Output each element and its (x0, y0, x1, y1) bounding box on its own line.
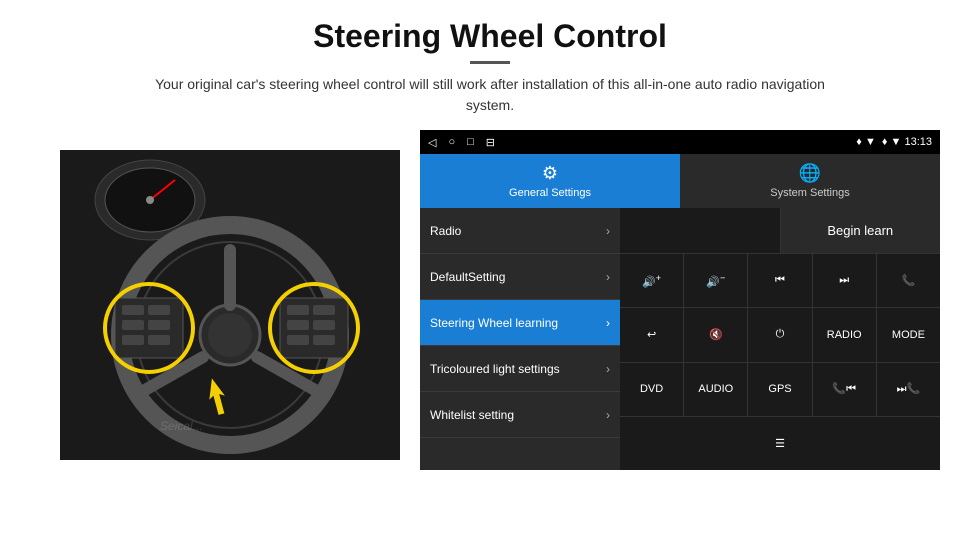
chevron-icon: › (606, 362, 610, 376)
recents-icon[interactable]: □ (467, 136, 474, 149)
menu-item-whitelist[interactable]: Whitelist setting › (420, 392, 620, 438)
dvd-label: DVD (640, 383, 663, 395)
chevron-icon: › (606, 408, 610, 422)
home-icon[interactable]: ○ (448, 136, 455, 149)
back-icon[interactable]: ◁ (428, 136, 436, 149)
phone-icon: 📞 (902, 274, 916, 287)
controls-row-4: ☰ (620, 417, 940, 470)
hangup-icon: ↩ (647, 328, 656, 341)
right-top-empty (620, 208, 781, 253)
tab-general-label: General Settings (509, 187, 591, 199)
audio-button[interactable]: AUDIO (684, 363, 748, 416)
vol-down-icon: 🔊− (706, 273, 725, 289)
chevron-icon: › (606, 316, 610, 330)
menu-item-steering[interactable]: Steering Wheel learning › (420, 300, 620, 346)
mute-button[interactable]: 🔇 (684, 308, 748, 361)
screen-icon[interactable]: ⊟ (486, 136, 495, 149)
list-button[interactable]: ☰ (620, 417, 940, 470)
menu-radio-label: Radio (430, 224, 606, 238)
svg-text:Seical...: Seical... (160, 419, 203, 433)
list-icon: ☰ (775, 437, 785, 450)
top-tabs: ⚙ General Settings 🌐 System Settings (420, 154, 940, 208)
menu-default-label: DefaultSetting (430, 270, 606, 284)
menu-item-radio[interactable]: Radio › (420, 208, 620, 254)
controls-grid: 🔊+ 🔊− ⏮ ⏭ 📞 (620, 254, 940, 470)
status-right: ♦ ▼ ♦ ▼ 13:13 (856, 136, 932, 148)
vol-down-button[interactable]: 🔊− (684, 254, 748, 307)
tab-system-settings[interactable]: 🌐 System Settings (680, 154, 940, 208)
menu-item-tricolour[interactable]: Tricoloured light settings › (420, 346, 620, 392)
call-prev-button[interactable]: 📞⏮ (813, 363, 877, 416)
call-prev-icon: 📞⏮ (832, 382, 856, 396)
right-panel: Begin learn 🔊+ 🔊− (620, 208, 940, 470)
next-track-button[interactable]: ⏭ (813, 254, 877, 307)
left-menu: Radio › DefaultSetting › Steering Wheel … (420, 208, 620, 470)
car-image: Seical... (40, 130, 420, 470)
menu-item-default[interactable]: DefaultSetting › (420, 254, 620, 300)
controls-row-1: 🔊+ 🔊− ⏮ ⏭ 📞 (620, 254, 940, 308)
radio-button[interactable]: RADIO (813, 308, 877, 361)
hangup-button[interactable]: ↩ (620, 308, 684, 361)
gps-button[interactable]: GPS (748, 363, 812, 416)
call-button[interactable]: 📞 (877, 254, 940, 307)
dvd-button[interactable]: DVD (620, 363, 684, 416)
nav-icons: ◁ ○ □ ⊟ (428, 136, 495, 149)
call-next-button[interactable]: ⏭📞 (877, 363, 940, 416)
vol-up-icon: 🔊+ (642, 273, 661, 289)
chevron-icon: › (606, 270, 610, 284)
begin-learn-button[interactable]: Begin learn (781, 208, 941, 253)
mode-button[interactable]: MODE (877, 308, 940, 361)
title-divider (470, 61, 510, 64)
prev-icon: ⏮ (775, 274, 785, 287)
menu-right-row: Radio › DefaultSetting › Steering Wheel … (420, 208, 940, 470)
vol-up-button[interactable]: 🔊+ (620, 254, 684, 307)
power-icon: ⏻ (776, 328, 785, 341)
radio-label: RADIO (827, 329, 862, 341)
chevron-icon: › (606, 224, 610, 238)
prev-track-button[interactable]: ⏮ (748, 254, 812, 307)
page-subtitle: Your original car's steering wheel contr… (140, 74, 840, 116)
audio-label: AUDIO (698, 383, 733, 395)
call-next-icon: ⏭📞 (897, 382, 921, 396)
mute-icon: 🔇 (709, 328, 723, 341)
gps-label: GPS (768, 383, 791, 395)
next-icon: ⏭ (839, 274, 849, 287)
time-display: ♦ ▼ 13:13 (882, 136, 932, 148)
globe-icon: 🌐 (799, 163, 821, 184)
controls-row-3: DVD AUDIO GPS 📞⏮ (620, 363, 940, 417)
mode-label: MODE (892, 329, 925, 341)
menu-steering-label: Steering Wheel learning (430, 316, 606, 330)
gear-icon: ⚙ (542, 163, 558, 184)
right-top-row: Begin learn (620, 208, 940, 254)
tab-system-label: System Settings (770, 187, 849, 199)
menu-whitelist-label: Whitelist setting (430, 408, 606, 422)
menu-tricolour-label: Tricoloured light settings (430, 362, 606, 376)
power-button[interactable]: ⏻ (748, 308, 812, 361)
android-ui: ◁ ○ □ ⊟ ♦ ▼ ♦ ▼ 13:13 ⚙ General Settings… (420, 130, 940, 470)
signal-icon: ♦ ▼ (856, 136, 876, 148)
controls-row-2: ↩ 🔇 ⏻ RADIO MOD (620, 308, 940, 362)
status-bar: ◁ ○ □ ⊟ ♦ ▼ ♦ ▼ 13:13 (420, 130, 940, 154)
page-title: Steering Wheel Control (313, 18, 667, 55)
tab-general-settings[interactable]: ⚙ General Settings (420, 154, 680, 208)
